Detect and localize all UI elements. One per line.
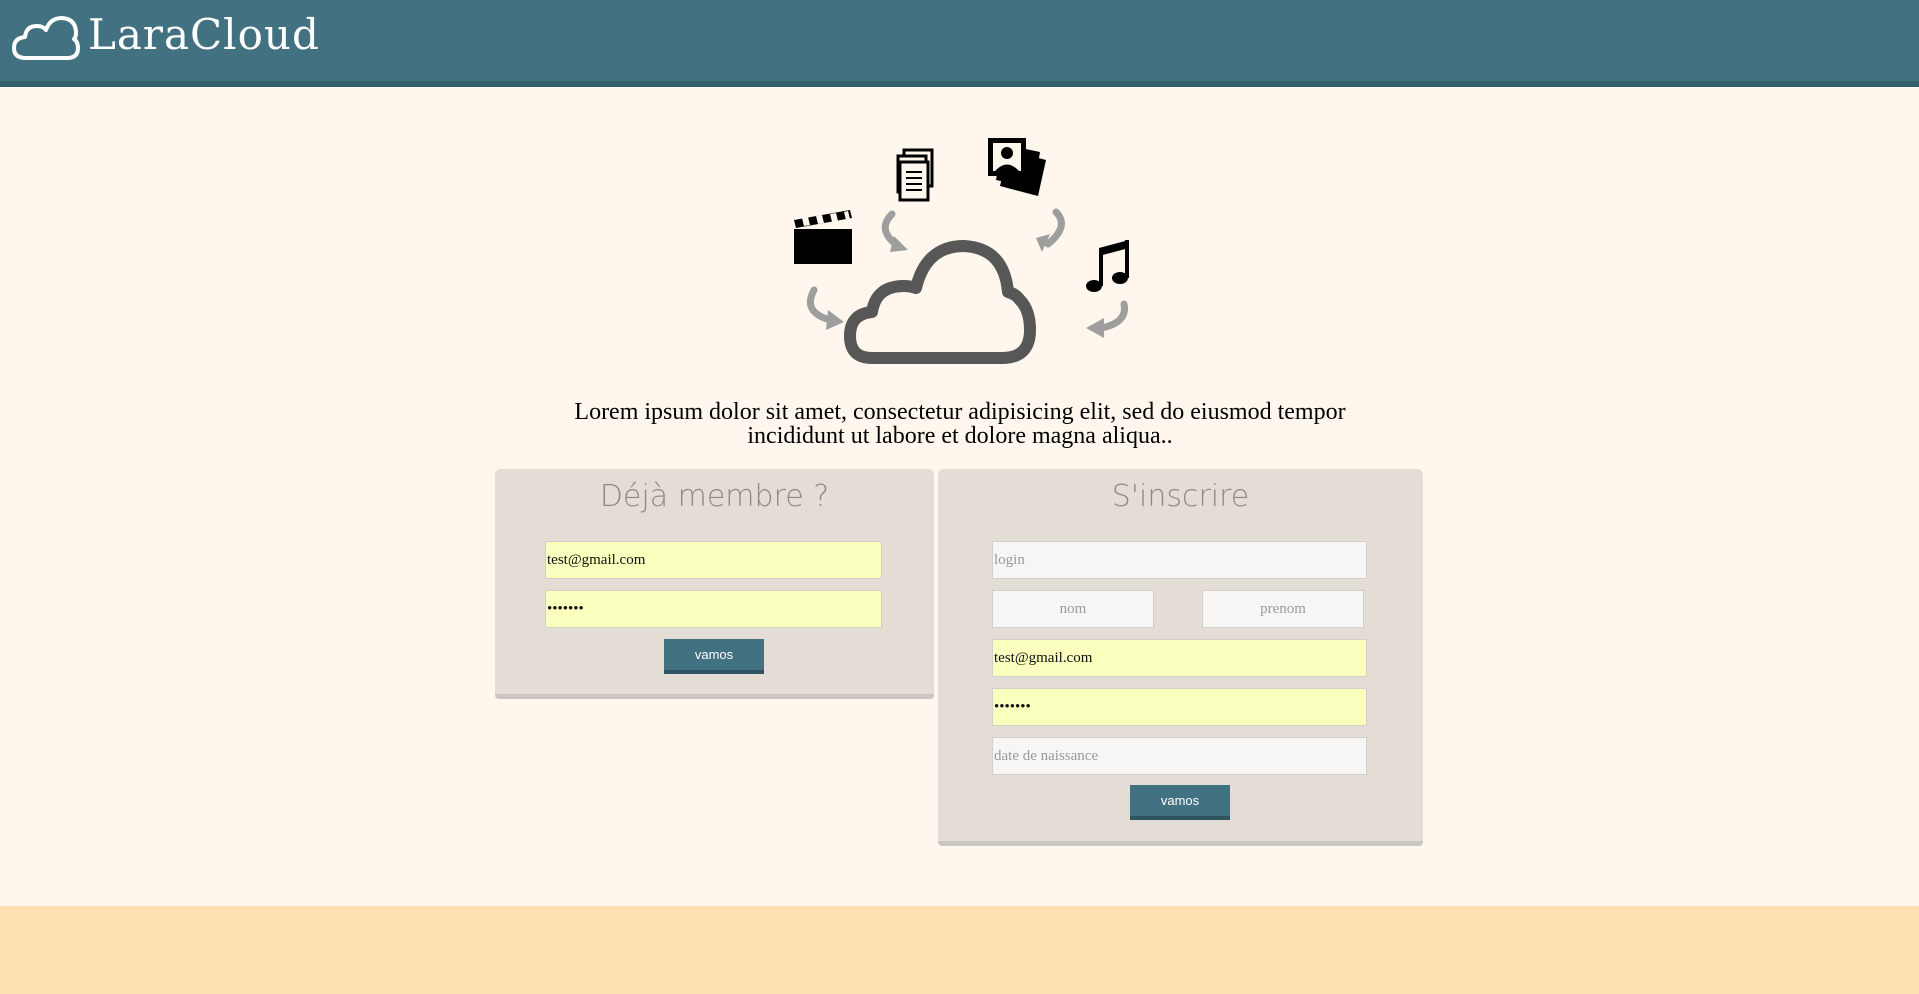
register-prenom-input[interactable] <box>1202 590 1364 628</box>
register-panel: S'inscrire vamos <box>938 469 1423 846</box>
documents-icon <box>896 148 934 202</box>
login-submit-button[interactable]: vamos <box>664 639 764 674</box>
login-password-input[interactable] <box>545 590 882 628</box>
hero-illustration <box>794 138 1129 364</box>
photos-icon <box>988 138 1046 196</box>
register-nom-input[interactable] <box>992 590 1154 628</box>
clapperboard-icon <box>794 210 852 264</box>
cloud-icon[interactable] <box>12 14 80 62</box>
tagline-line: incididunt ut labore et dolore magna ali… <box>747 423 1173 449</box>
music-note-icon <box>1086 240 1129 292</box>
register-email-input[interactable] <box>992 639 1367 677</box>
tagline-line: Lorem ipsum dolor sit amet, consectetur … <box>574 399 1346 425</box>
login-email-input[interactable] <box>545 541 882 579</box>
register-submit-button[interactable]: vamos <box>1130 785 1230 820</box>
login-title: Déjà membre ? <box>599 479 830 514</box>
cloud-icon <box>844 240 1036 364</box>
footer <box>0 906 1919 994</box>
login-panel: Déjà membre ? vamos <box>495 469 934 699</box>
register-password-input[interactable] <box>992 688 1367 726</box>
tagline: Lorem ipsum dolor sit amet, consectetur … <box>490 400 1430 448</box>
register-login-input[interactable] <box>992 541 1367 579</box>
register-title: S'inscrire <box>1111 479 1250 514</box>
top-navbar: LaraCloud <box>0 0 1919 87</box>
register-birthdate-input[interactable] <box>992 737 1367 775</box>
brand-logo[interactable]: LaraCloud <box>88 10 320 60</box>
